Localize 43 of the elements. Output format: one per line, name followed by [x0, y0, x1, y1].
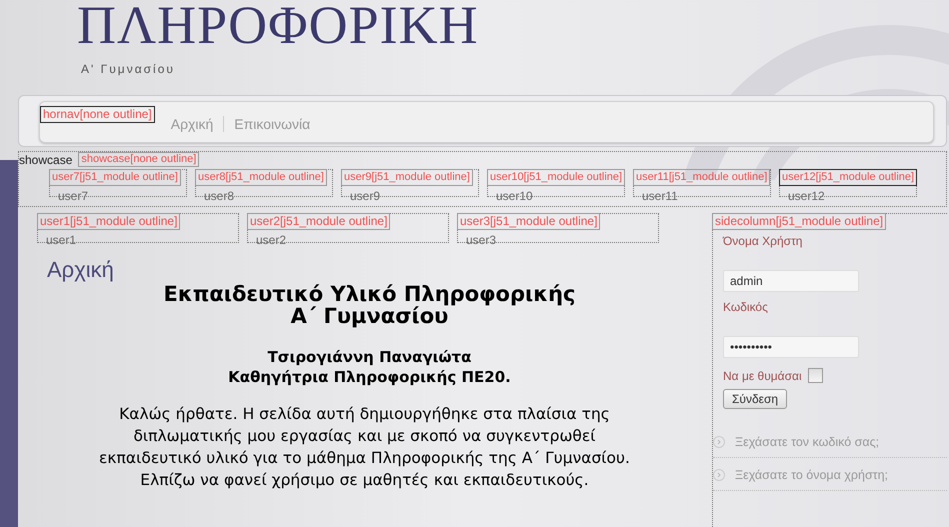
username-field[interactable]: admin: [723, 270, 859, 292]
module-position: user8: [204, 189, 234, 203]
remember-label: Να με θυμάσαι: [723, 368, 802, 382]
login-button[interactable]: Σύνδεση: [723, 389, 788, 409]
module-position: user7: [58, 189, 88, 203]
help-link[interactable]: Ξεχάσατε το όνομα χρήστη;: [735, 468, 888, 482]
chevron-circle-icon: [713, 436, 725, 448]
outline-label: user8[j51_module outline]: [195, 169, 327, 186]
module-position: user2: [256, 233, 286, 247]
outline-label: user2[j51_module outline]: [247, 213, 390, 230]
outline-label: user12[j51_module outline]: [779, 169, 918, 186]
outline-label: showcase[none outline]: [78, 152, 200, 167]
module-position: user11: [642, 189, 678, 203]
chevron-circle-icon: [713, 469, 725, 481]
site-title: ΠΛΗΡΟΦΟΡΙΚΗ: [77, 0, 480, 50]
outline-label: user11[j51_module outline]: [633, 169, 770, 186]
nav-link[interactable]: Αρχική: [160, 116, 224, 132]
module-position: user10: [496, 189, 533, 203]
outline-label: user9[j51_module outline]: [341, 169, 473, 186]
welcome-paragraph: Καλώς ήρθατε. Η σελίδα αυτή δημιουργήθηκε στα πλαίσια της διπλωματικής μου εργασίας και με σκοπό να συγκεντρωθεί εκπαιδευτικό υλικό για το μάθημα Πληροφορικής της Α΄ Γυμνασίου. Ελπίζω να φανεί χρήσιμο σε μαθητές και εκπαιδευτικούς.: [98, 404, 631, 491]
outline-label: user3[j51_module outline]: [457, 213, 600, 230]
password-label: Κωδικός: [723, 300, 769, 314]
module-position: user3: [466, 233, 496, 247]
showcase-caption: showcase: [19, 152, 72, 166]
username-label: Όνομα Χρήστη: [723, 234, 804, 248]
page-heading: Αρχική: [47, 257, 115, 283]
help-link[interactable]: Ξεχάσατε τον κωδικό σας;: [735, 435, 880, 449]
outline-label: sidecolumn[j51_module outline]: [712, 213, 886, 230]
author-line: Καθηγήτρια Πληροφορικής ΠΕ20.: [227, 367, 512, 387]
outline-label: user10[j51_module outline]: [487, 169, 626, 186]
outline-label: user7[j51_module outline]: [49, 169, 181, 186]
outline-label: user1[j51_module outline]: [37, 213, 180, 230]
article-title: Α΄ Γυμνασίου: [290, 305, 448, 327]
module-position: user12: [788, 189, 825, 203]
outline-label: hornav[none outline]: [40, 106, 155, 123]
author-line: Τσιρογιάννη Παναγιώτα: [266, 347, 472, 367]
nav-link[interactable]: Επικοινωνία: [223, 116, 320, 132]
module-position: user9: [350, 189, 380, 203]
password-field[interactable]: ••••••••••: [723, 336, 859, 358]
remember-checkbox[interactable]: [808, 368, 823, 383]
site-subtitle: Α' Γυμνασίου: [81, 62, 175, 76]
article-title: Εκπαιδευτικό Υλικό Πληροφορικής: [162, 283, 577, 305]
module-position: user1: [46, 233, 76, 247]
